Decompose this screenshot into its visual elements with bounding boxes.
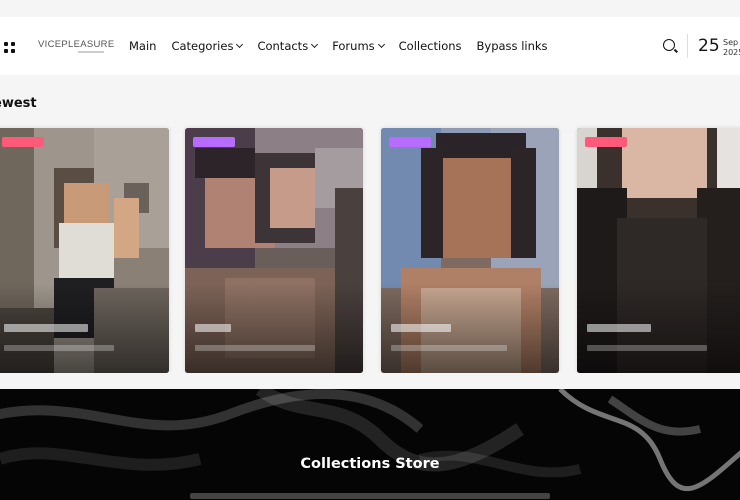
collections-store-banner: Collections Store (0, 389, 740, 500)
card-meta-blurred (4, 345, 114, 351)
chevron-down-icon (377, 40, 385, 49)
nav-item-label: Bypass links (476, 39, 548, 53)
date-year: 2025 (723, 48, 740, 57)
date-day: 25 (698, 36, 720, 56)
card-title-blurred (195, 324, 231, 332)
card-badge (193, 137, 235, 147)
date-month: Sep (723, 38, 739, 47)
logo-tagline (78, 51, 104, 53)
nav-item-contacts[interactable]: Contacts (257, 39, 319, 53)
site-logo[interactable]: VICEPLEASURE (38, 39, 114, 50)
card-badge (585, 137, 627, 147)
content-card[interactable] (0, 128, 169, 373)
collections-store-title: Collections Store (300, 456, 440, 472)
card-title-blurred (587, 324, 651, 332)
date-month-year: Sep 2025 (723, 38, 740, 58)
card-badge (2, 137, 44, 147)
nav-item-label: Categories (171, 39, 234, 53)
content-card[interactable] (381, 128, 559, 373)
card-title-blurred (391, 324, 451, 332)
section-title: ewest (0, 96, 37, 111)
nav-item-forums[interactable]: Forums (332, 39, 385, 53)
card-meta-blurred (195, 345, 315, 351)
top-strip (0, 0, 740, 17)
nav-item-bypass-links[interactable]: Bypass links (477, 39, 548, 53)
header-divider (687, 34, 688, 58)
nav-item-label: Forums (332, 39, 375, 53)
main-nav: Main Categories Contacts Forums Collecti… (129, 39, 548, 53)
grid-menu-icon[interactable] (4, 42, 15, 53)
chevron-down-icon (311, 40, 319, 49)
search-icon[interactable] (663, 39, 675, 51)
nav-item-label: Collections (398, 39, 462, 53)
card-title-blurred (4, 324, 88, 332)
card-meta-blurred (391, 345, 507, 351)
nav-item-main[interactable]: Main (129, 39, 156, 53)
content-card[interactable] (577, 128, 740, 373)
card-badge (389, 137, 431, 147)
site-header: VICEPLEASURE Main Categories Contacts Fo… (0, 17, 740, 75)
content-card[interactable] (185, 128, 363, 373)
nav-item-label: Contacts (257, 39, 309, 53)
nav-item-label: Main (129, 39, 157, 53)
smoke-background (0, 389, 740, 492)
nav-item-categories[interactable]: Categories (171, 39, 244, 53)
nav-item-collections[interactable]: Collections (399, 39, 462, 53)
collections-store-subtitle-blurred (190, 493, 550, 499)
section-gap (0, 373, 740, 389)
chevron-down-icon (236, 40, 244, 49)
card-meta-blurred (587, 345, 707, 351)
